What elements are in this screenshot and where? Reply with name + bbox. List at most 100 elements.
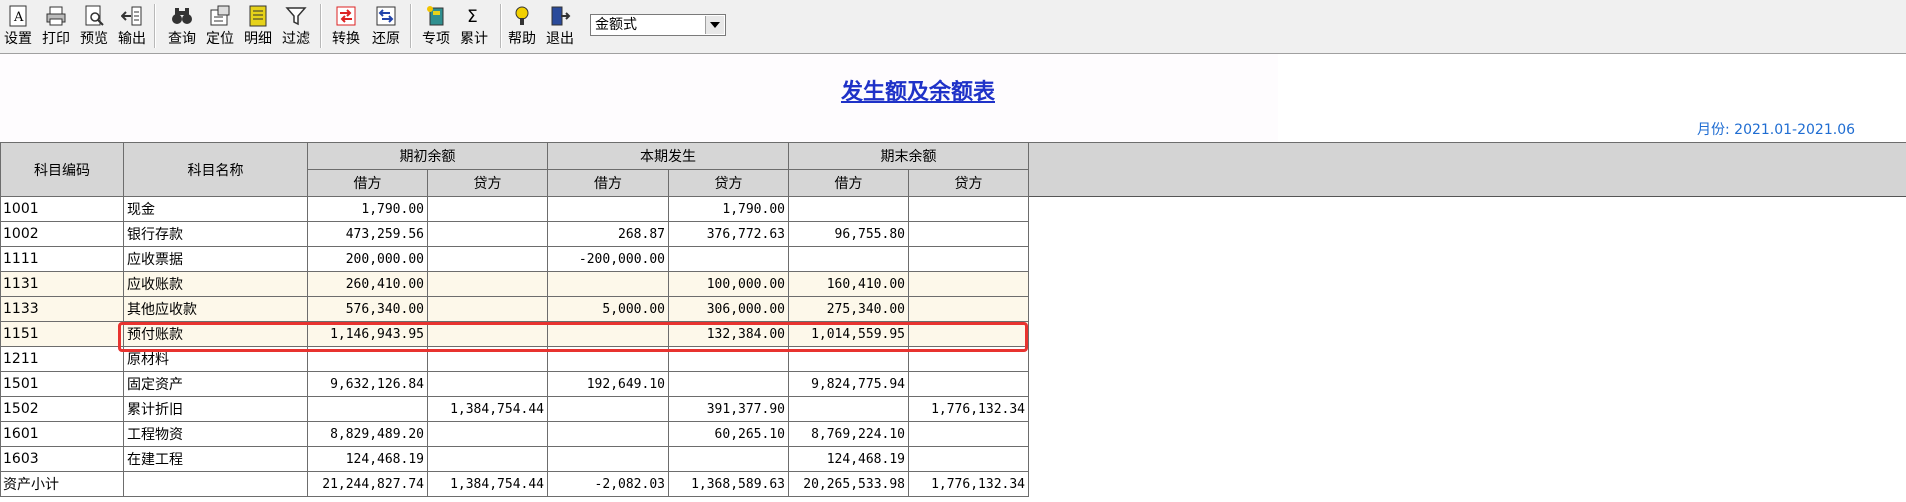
settings-button[interactable]: A 设置: [2, 4, 34, 50]
query-button[interactable]: 查询: [164, 4, 200, 50]
help-button[interactable]: 帮助: [504, 4, 540, 50]
opening-debit: 21,244,827.74: [307, 471, 428, 497]
filter-button[interactable]: 过滤: [278, 4, 314, 50]
restore-button[interactable]: 还原: [368, 4, 404, 50]
closing-debit: [788, 196, 909, 222]
account-name: 银行存款: [123, 221, 308, 247]
table-row[interactable]: 1603 在建工程 124,468.19 124,468.19: [0, 446, 1029, 472]
account-name: [123, 471, 308, 497]
account-code: 1133: [0, 296, 124, 322]
format-select-value: 金额式: [595, 17, 637, 33]
account-name: 工程物资: [123, 421, 308, 447]
table-row[interactable]: 1501 固定资产 9,632,126.84 192,649.10 9,824,…: [0, 371, 1029, 397]
closing-debit: 20,265,533.98: [788, 471, 909, 497]
export-button[interactable]: 输出: [114, 4, 150, 50]
toolbar-separator: [410, 4, 412, 48]
table-row[interactable]: 1111 应收票据 200,000.00 -200,000.00: [0, 246, 1029, 272]
closing-credit: 1,776,132.34: [908, 396, 1029, 422]
query-label: 查询: [168, 31, 196, 47]
special-label: 专项: [422, 31, 450, 47]
closing-debit: 8,769,224.10: [788, 421, 909, 447]
table-row[interactable]: 1133 其他应收款 576,340.00 5,000.00 306,000.0…: [0, 296, 1029, 322]
current-debit: [547, 446, 669, 472]
closing-credit: [908, 421, 1029, 447]
account-code: 1151: [0, 321, 124, 347]
table-row[interactable]: 1601 工程物资 8,829,489.20 60,265.10 8,769,2…: [0, 421, 1029, 447]
current-credit: 132,384.00: [668, 321, 789, 347]
svg-text:Σ: Σ: [467, 7, 478, 27]
closing-debit: [788, 246, 909, 272]
exit-button[interactable]: 退出: [542, 4, 578, 50]
header-current-debit[interactable]: 借方: [547, 169, 669, 197]
help-icon: [510, 4, 534, 28]
exit-icon: [548, 4, 572, 28]
current-debit: 268.87: [547, 221, 669, 247]
cumulative-label: 累计: [460, 31, 488, 47]
opening-credit: [427, 246, 548, 272]
locate-button[interactable]: 定位: [202, 4, 238, 50]
opening-debit: 260,410.00: [307, 271, 428, 297]
opening-debit: [307, 346, 428, 372]
toolbar-separator: [154, 4, 156, 48]
filter-icon: [284, 4, 308, 28]
header-name[interactable]: 科目名称: [123, 142, 308, 197]
cumulative-button[interactable]: Σ 累计: [456, 4, 492, 50]
account-code: 1502: [0, 396, 124, 422]
filter-label: 过滤: [282, 31, 310, 47]
header-opening-debit[interactable]: 借方: [307, 169, 428, 197]
current-debit: 192,649.10: [547, 371, 669, 397]
special-button[interactable]: 专项: [418, 4, 454, 50]
subtotal-row[interactable]: 资产小计 21,244,827.74 1,384,754.44 -2,082.0…: [0, 471, 1029, 497]
print-label: 打印: [42, 31, 70, 47]
opening-debit: [307, 396, 428, 422]
header-closing-debit[interactable]: 借方: [788, 169, 909, 197]
current-credit: [668, 246, 789, 272]
chevron-down-icon[interactable]: [705, 16, 724, 34]
convert-label: 转换: [332, 31, 360, 47]
header-code[interactable]: 科目编码: [0, 142, 124, 197]
table-row[interactable]: 1001 现金 1,790.00 1,790.00: [0, 196, 1029, 222]
table-row[interactable]: 1131 应收账款 260,410.00 100,000.00 160,410.…: [0, 271, 1029, 297]
closing-debit: 275,340.00: [788, 296, 909, 322]
convert-button[interactable]: 转换: [328, 4, 364, 50]
table-row[interactable]: 1002 银行存款 473,259.56 268.87 376,772.63 9…: [0, 221, 1029, 247]
opening-credit: [427, 321, 548, 347]
closing-credit: [908, 296, 1029, 322]
current-debit: [547, 396, 669, 422]
toolbar: A 设置 打印 预览 输出 查询 定位 明细 过滤 转换 还原 专项 Σ 累计 …: [0, 0, 1906, 54]
print-icon: [44, 4, 68, 28]
header-closing-credit[interactable]: 贷方: [908, 169, 1029, 197]
opening-debit: 576,340.00: [307, 296, 428, 322]
svg-text:A: A: [13, 10, 24, 25]
closing-credit: [908, 271, 1029, 297]
opening-credit: [427, 296, 548, 322]
header-opening-credit[interactable]: 贷方: [427, 169, 548, 197]
detail-button[interactable]: 明细: [240, 4, 276, 50]
locate-label: 定位: [206, 31, 234, 47]
format-select[interactable]: 金额式: [590, 14, 726, 36]
preview-button[interactable]: 预览: [76, 4, 112, 50]
account-name: 累计折旧: [123, 396, 308, 422]
opening-debit: 1,790.00: [307, 196, 428, 222]
closing-credit: [908, 221, 1029, 247]
closing-credit: [908, 321, 1029, 347]
header-current-period: 本期发生: [547, 142, 789, 170]
opening-credit: 1,384,754.44: [427, 471, 548, 497]
current-credit: 1,368,589.63: [668, 471, 789, 497]
current-credit: 306,000.00: [668, 296, 789, 322]
settings-icon: A: [6, 4, 30, 28]
account-code: 1211: [0, 346, 124, 372]
print-button[interactable]: 打印: [38, 4, 74, 50]
opening-credit: [427, 446, 548, 472]
convert-icon: [334, 4, 358, 28]
account-name: 其他应收款: [123, 296, 308, 322]
table-row[interactable]: 1502 累计折旧 1,384,754.44 391,377.90 1,776,…: [0, 396, 1029, 422]
header-current-credit[interactable]: 贷方: [668, 169, 789, 197]
opening-debit: 8,829,489.20: [307, 421, 428, 447]
closing-credit: [908, 196, 1029, 222]
account-name: 应收账款: [123, 271, 308, 297]
table-row[interactable]: 1211 原材料: [0, 346, 1029, 372]
table-row-highlighted[interactable]: 1151 预付账款 1,146,943.95 132,384.00 1,014,…: [0, 321, 1029, 347]
opening-debit: 1,146,943.95: [307, 321, 428, 347]
detail-label: 明细: [244, 31, 272, 47]
